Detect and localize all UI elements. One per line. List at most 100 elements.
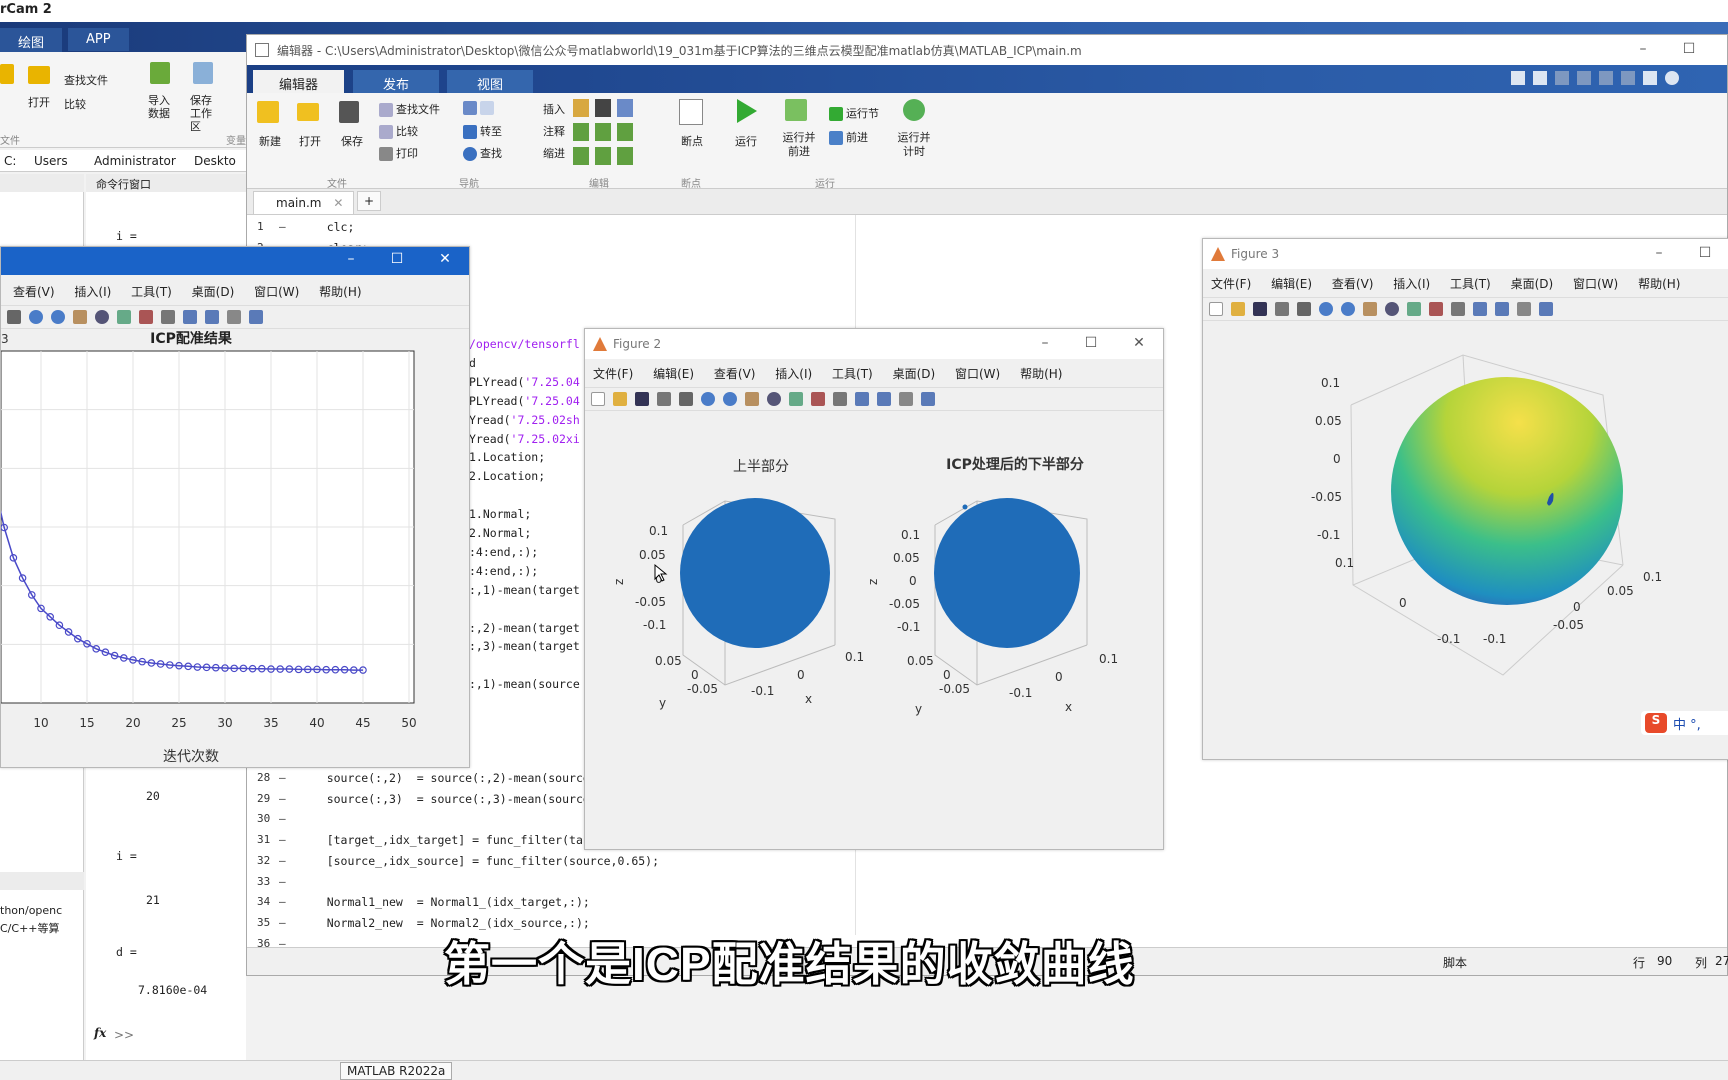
save-workspace-button[interactable]: 保存工作区 xyxy=(190,94,220,133)
hide-icon[interactable] xyxy=(227,310,241,324)
wrap-icon[interactable] xyxy=(617,123,633,141)
fx-icon[interactable] xyxy=(595,99,611,117)
breakpoint-button[interactable]: 断点 xyxy=(681,133,703,149)
menu-help[interactable]: 帮助(H) xyxy=(319,285,361,299)
pan-icon[interactable] xyxy=(1363,302,1377,316)
legend-icon[interactable] xyxy=(877,392,891,406)
minimize-icon[interactable]: – xyxy=(1025,335,1065,351)
indent-right-icon[interactable] xyxy=(595,147,611,165)
maximize-icon[interactable]: ☐ xyxy=(1685,245,1725,261)
new-icon[interactable] xyxy=(257,101,279,123)
new-button[interactable]: 新建 xyxy=(259,133,281,149)
link-icon[interactable] xyxy=(1451,302,1465,316)
indent-icon[interactable] xyxy=(573,147,589,165)
find-files-button[interactable]: 查找文件 xyxy=(64,72,108,88)
goto-button[interactable]: 转至 xyxy=(463,123,502,139)
save-icon[interactable] xyxy=(635,392,649,406)
indent-button[interactable]: 缩进 xyxy=(543,145,565,161)
import-icon[interactable] xyxy=(150,62,170,84)
legend-icon[interactable] xyxy=(1495,302,1509,316)
window-icon[interactable] xyxy=(1643,71,1657,85)
compare-button[interactable]: 比较 xyxy=(379,123,418,139)
cmd-prompt[interactable]: >> xyxy=(114,1028,134,1042)
indent-left-icon[interactable] xyxy=(617,147,633,165)
menu-insert[interactable]: 插入(I) xyxy=(74,285,111,299)
menu-window[interactable]: 窗口(W) xyxy=(1573,277,1618,291)
brush-icon[interactable] xyxy=(1429,302,1443,316)
menu-insert[interactable]: 插入(I) xyxy=(1393,277,1430,291)
link-icon[interactable] xyxy=(161,310,175,324)
run-advance-button[interactable]: 运行并前进 xyxy=(781,131,817,159)
zoom-out-icon[interactable] xyxy=(51,310,65,324)
breakpoint-gutter[interactable]: – xyxy=(279,913,299,934)
print-icon[interactable] xyxy=(657,392,671,406)
print-button[interactable]: 打印 xyxy=(379,145,418,161)
find-files-button[interactable]: 查找文件 xyxy=(379,101,440,117)
insert-icon[interactable] xyxy=(617,99,633,117)
breakpoint-gutter[interactable]: – xyxy=(279,851,299,872)
menu-file[interactable]: 文件(F) xyxy=(593,367,633,381)
datatip-icon[interactable] xyxy=(1407,302,1421,316)
zoom-in-icon[interactable] xyxy=(29,310,43,324)
import-data-button[interactable]: 导入数据 xyxy=(148,94,174,120)
pointer-icon[interactable] xyxy=(7,310,21,324)
show-icon[interactable] xyxy=(1539,302,1553,316)
menu-edit[interactable]: 编辑(E) xyxy=(653,367,694,381)
open-icon[interactable] xyxy=(613,392,627,406)
run-advance-icon[interactable] xyxy=(785,99,807,121)
menu-file[interactable]: 文件(F) xyxy=(1211,277,1251,291)
datatip-icon[interactable] xyxy=(789,392,803,406)
cut-icon[interactable] xyxy=(1555,71,1569,85)
show-icon[interactable] xyxy=(249,310,263,324)
menu-desktop[interactable]: 桌面(D) xyxy=(893,367,936,381)
breakpoint-gutter[interactable]: – xyxy=(279,789,299,810)
rotate-icon[interactable] xyxy=(1385,302,1399,316)
menu-view[interactable]: 查看(V) xyxy=(1332,277,1374,291)
maximize-icon[interactable]: ☐ xyxy=(1669,41,1709,57)
breakpoint-gutter[interactable]: – xyxy=(279,892,299,913)
hide-icon[interactable] xyxy=(1517,302,1531,316)
run-section-button[interactable]: 运行节 xyxy=(829,105,879,121)
pointer-icon[interactable] xyxy=(679,392,693,406)
breakpoint-gutter[interactable]: – xyxy=(279,830,299,851)
menu-tools[interactable]: 工具(T) xyxy=(832,367,873,381)
menu-view[interactable]: 查看(V) xyxy=(13,285,55,299)
close-icon[interactable]: ✕ xyxy=(1119,335,1159,351)
maximize-icon[interactable]: ☐ xyxy=(1071,335,1111,351)
menu-help[interactable]: 帮助(H) xyxy=(1020,367,1062,381)
menu-help[interactable]: 帮助(H) xyxy=(1638,277,1680,291)
breakpoint-gutter[interactable]: – xyxy=(279,217,299,238)
menu-window[interactable]: 窗口(W) xyxy=(955,367,1000,381)
open-button[interactable]: 打开 xyxy=(28,94,50,110)
close-icon[interactable]: ✕ xyxy=(425,251,465,267)
menu-tools[interactable]: 工具(T) xyxy=(131,285,172,299)
colorbar-icon[interactable] xyxy=(855,392,869,406)
save-icon[interactable] xyxy=(1253,302,1267,316)
datatip-icon[interactable] xyxy=(117,310,131,324)
add-tab-button[interactable]: + xyxy=(357,191,382,211)
minimize-icon[interactable]: – xyxy=(1623,41,1663,57)
hide-icon[interactable] xyxy=(899,392,913,406)
rotate-icon[interactable] xyxy=(767,392,781,406)
undo-icon[interactable] xyxy=(1621,71,1635,85)
colorbar-icon[interactable] xyxy=(183,310,197,324)
file-tab-main[interactable]: main.m ✕ xyxy=(253,191,355,215)
menu-edit[interactable]: 编辑(E) xyxy=(1271,277,1312,291)
rotate-icon[interactable] xyxy=(95,310,109,324)
run-button[interactable]: 运行 xyxy=(735,133,757,149)
maximize-icon[interactable]: ☐ xyxy=(377,251,417,267)
crumb-3[interactable]: Deskto xyxy=(194,154,236,168)
colorbar-icon[interactable] xyxy=(1473,302,1487,316)
menu-desktop[interactable]: 桌面(D) xyxy=(1511,277,1554,291)
run-and-time-button[interactable]: 运行并计时 xyxy=(897,131,931,159)
compare-button[interactable]: 比较 xyxy=(64,96,86,112)
help-icon[interactable] xyxy=(1665,71,1679,85)
advance-button[interactable]: 前进 xyxy=(829,129,868,145)
print-icon[interactable] xyxy=(1275,302,1289,316)
breakpoint-icon[interactable] xyxy=(679,99,703,125)
ime-indicator[interactable]: S 中 °, xyxy=(1641,711,1728,735)
uncomment-icon[interactable] xyxy=(595,123,611,141)
pointer-icon[interactable] xyxy=(1297,302,1311,316)
breakpoint-gutter[interactable]: – xyxy=(279,809,299,830)
tab-plots[interactable]: 绘图 xyxy=(0,28,63,55)
